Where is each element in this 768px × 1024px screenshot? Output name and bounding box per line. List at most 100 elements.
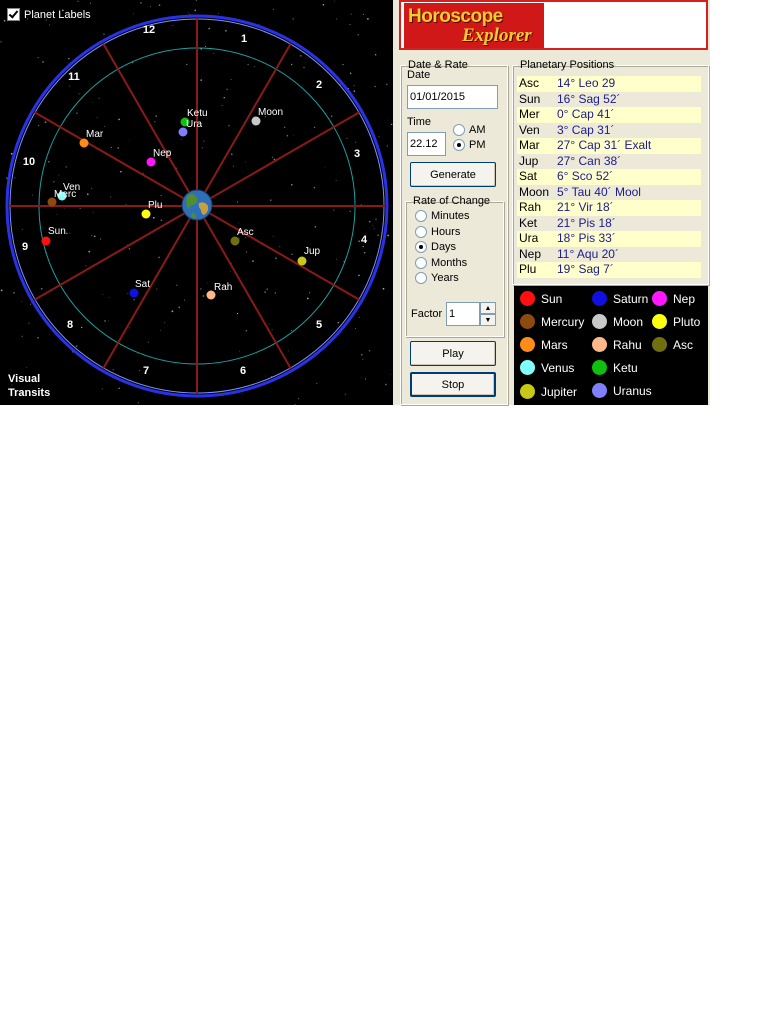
- star-dot: [154, 121, 156, 123]
- legend-label: Uranus: [613, 383, 652, 398]
- star-dot: [92, 102, 93, 103]
- star-dot: [104, 125, 106, 127]
- star-dot: [108, 319, 109, 321]
- star-dot: [389, 374, 391, 376]
- star-dot: [76, 112, 78, 114]
- star-dot: [362, 245, 364, 248]
- star-dot: [237, 201, 239, 203]
- position-row: Asc 14° Leo 29: [517, 76, 701, 92]
- star-dot: [108, 297, 110, 299]
- star-dot: [128, 248, 131, 250]
- star-dot: [118, 387, 121, 390]
- star-dot: [292, 18, 294, 20]
- star-dot: [344, 393, 346, 395]
- star-dot: [38, 124, 40, 127]
- star-dot: [275, 257, 277, 260]
- stepper-down-icon[interactable]: ▼: [480, 314, 496, 326]
- planet-label-ketu: Ketu: [187, 108, 208, 119]
- star-dot: [150, 6, 152, 8]
- star-dot: [357, 34, 359, 36]
- legend-swatch: [652, 291, 667, 306]
- star-dot: [360, 376, 362, 378]
- position-planet: Ura: [519, 231, 539, 245]
- star-dot: [245, 251, 248, 253]
- factor-stepper[interactable]: ▲ ▼: [480, 302, 496, 328]
- planet-dot-jup: [297, 256, 307, 266]
- rate-radio-months[interactable]: Months: [415, 256, 467, 269]
- rate-radio-years[interactable]: Years: [415, 272, 459, 284]
- star-dot: [264, 291, 267, 293]
- stop-button[interactable]: Stop: [410, 372, 496, 397]
- star-dot: [375, 54, 377, 56]
- logo-text-line2: Explorer: [462, 25, 532, 46]
- rate-radio-hours[interactable]: Hours: [415, 225, 460, 238]
- position-value: 27° Can 38´: [557, 153, 622, 168]
- am-radio[interactable]: AM: [453, 124, 486, 136]
- pm-radio[interactable]: PM: [453, 139, 486, 151]
- star-dot: [349, 210, 351, 213]
- legend-item-pluto: Pluto: [652, 314, 700, 329]
- house-number-7: 7: [143, 365, 149, 377]
- am-radio-dot[interactable]: [453, 124, 465, 136]
- star-dot: [158, 256, 160, 259]
- star-dot: [367, 18, 369, 20]
- star-dot: [221, 105, 223, 107]
- star-dot: [254, 65, 256, 67]
- visual-caption-line1: Visual: [8, 373, 41, 385]
- star-dot: [127, 293, 129, 294]
- position-planet: Mar: [519, 138, 540, 152]
- star-dot: [81, 326, 83, 329]
- star-dot: [21, 335, 23, 337]
- rate-radio-dot[interactable]: [415, 272, 427, 284]
- position-planet: Sat: [519, 169, 538, 183]
- star-dot: [324, 166, 326, 168]
- legend-swatch: [520, 384, 535, 399]
- position-value: 19° Sag 7´: [557, 262, 614, 276]
- star-dot: [372, 225, 374, 227]
- rate-radio-dot[interactable]: [415, 225, 427, 238]
- star-dot: [6, 177, 8, 179]
- planet-labels-checkbox[interactable]: Planet Labels: [7, 8, 91, 21]
- star-dot: [313, 186, 316, 189]
- star-dot: [142, 172, 144, 174]
- star-dot: [336, 258, 337, 260]
- star-dot: [358, 240, 360, 243]
- play-button[interactable]: Play: [410, 341, 496, 366]
- factor-input[interactable]: [446, 302, 480, 326]
- time-label: Time: [407, 116, 432, 128]
- rate-radio-minutes[interactable]: Minutes: [415, 210, 470, 222]
- house-number-8: 8: [67, 319, 73, 331]
- planet-dot-sun: [41, 236, 51, 246]
- planet-label-moon: Moon: [258, 107, 283, 118]
- star-dot: [75, 345, 78, 348]
- star-dot: [138, 370, 140, 372]
- date-input[interactable]: [407, 85, 498, 109]
- star-dot: [361, 354, 363, 356]
- pm-radio-dot[interactable]: [453, 139, 465, 151]
- star-dot: [386, 83, 388, 86]
- star-dot: [191, 177, 193, 179]
- date-label: Date: [407, 69, 431, 81]
- star-dot: [201, 147, 203, 149]
- rate-radio-dot[interactable]: [415, 241, 427, 253]
- star-dot: [208, 27, 211, 30]
- star-dot: [172, 25, 174, 27]
- house-number-3: 3: [354, 148, 360, 160]
- rate-radio-days[interactable]: Days: [415, 241, 456, 253]
- rate-radio-dot[interactable]: [415, 210, 427, 222]
- star-dot: [358, 316, 360, 318]
- position-value: 21° Vir 18´: [557, 200, 614, 214]
- time-input[interactable]: [407, 132, 446, 156]
- stepper-up-icon[interactable]: ▲: [480, 302, 496, 314]
- star-dot: [373, 228, 375, 230]
- checkbox-check-icon[interactable]: [7, 8, 20, 21]
- generate-button[interactable]: Generate: [410, 162, 496, 187]
- planet-label-sat: Sat: [135, 279, 150, 290]
- star-dot: [272, 8, 274, 10]
- position-planet: Mer: [519, 107, 540, 121]
- legend-item-saturn: Saturn: [592, 291, 648, 306]
- rate-radio-dot[interactable]: [415, 256, 427, 269]
- star-dot: [377, 234, 379, 237]
- legend-item-mars: Mars: [520, 337, 568, 352]
- star-dot: [316, 382, 318, 385]
